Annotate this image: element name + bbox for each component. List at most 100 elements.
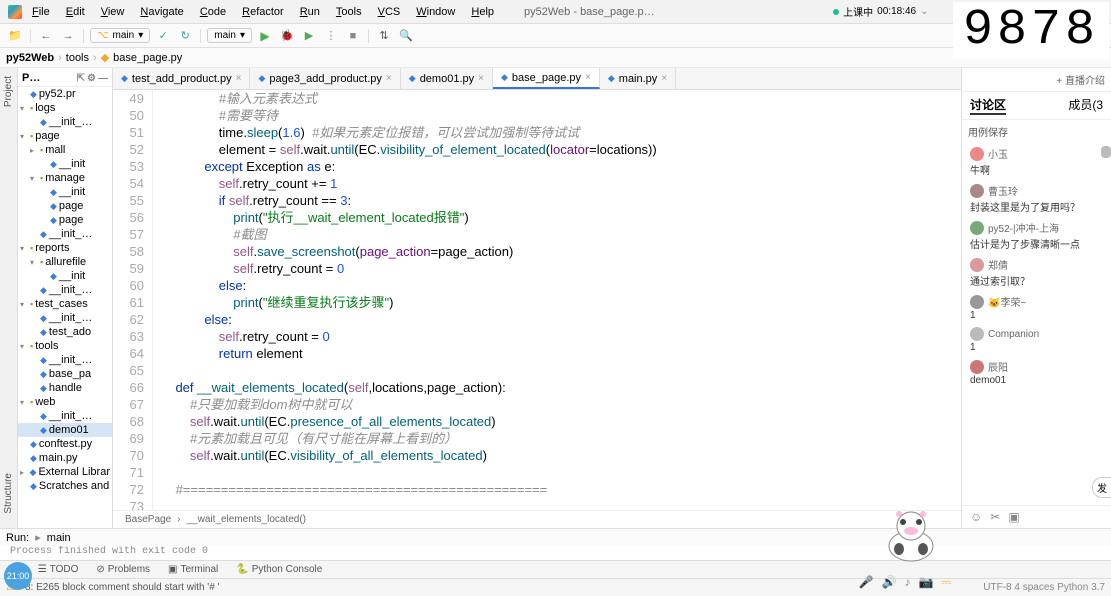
tree-node[interactable]: ▾▪page: [18, 129, 112, 143]
run-config-combo[interactable]: main ▾: [207, 28, 252, 43]
stop-icon[interactable]: ■: [344, 27, 362, 45]
tree-node[interactable]: ◆conftest.py: [18, 437, 112, 451]
tree-node[interactable]: ◆page: [18, 213, 112, 227]
back-icon[interactable]: ←: [37, 27, 55, 45]
tree-node[interactable]: ◆base_pa: [18, 367, 112, 381]
tree-node[interactable]: ◆__init_…: [18, 283, 112, 297]
tree-node[interactable]: ▾▪tools: [18, 339, 112, 353]
chat-tab-discuss[interactable]: 讨论区: [970, 96, 1006, 115]
music-icon[interactable]: ♪: [904, 575, 910, 590]
tab-terminal[interactable]: ▣Terminal: [160, 564, 226, 575]
tab-python-console[interactable]: 🐍Python Console: [228, 564, 330, 575]
menu-refactor[interactable]: Refactor: [236, 4, 290, 20]
python-file-icon: ◆: [258, 73, 265, 84]
close-tab-icon[interactable]: ×: [236, 73, 242, 84]
menu-view[interactable]: View: [95, 4, 131, 20]
tree-node[interactable]: ◆test_ado: [18, 325, 112, 339]
intro-button[interactable]: + 直播介绍: [1056, 76, 1105, 87]
close-tab-icon[interactable]: ×: [585, 72, 591, 83]
project-tool-tab[interactable]: Project: [2, 72, 15, 111]
tree-node[interactable]: ▾▪allurefile: [18, 255, 112, 269]
camera-icon[interactable]: 📷: [918, 575, 933, 590]
git-branch-combo[interactable]: ⌥main ▾: [90, 28, 150, 43]
tree-settings-icon[interactable]: ⚙: [87, 73, 96, 84]
editor-tab[interactable]: ◆main.py×: [600, 68, 676, 89]
tree-node[interactable]: ◆__init: [18, 185, 112, 199]
forward-icon[interactable]: →: [59, 27, 77, 45]
structure-tool-tab[interactable]: Structure: [2, 469, 15, 518]
git-sync-icon[interactable]: ⇅: [375, 27, 393, 45]
close-tab-icon[interactable]: ×: [386, 73, 392, 84]
vcs-commit-icon[interactable]: ↻: [176, 27, 194, 45]
tree-node[interactable]: ▾▪manage: [18, 171, 112, 185]
bc-method[interactable]: __wait_elements_located(): [187, 514, 307, 525]
tree-node[interactable]: ◆Scratches and: [18, 479, 112, 493]
tree-node[interactable]: ▾▪test_cases: [18, 297, 112, 311]
run-file-icon[interactable]: ▶: [300, 27, 318, 45]
menu-code[interactable]: Code: [194, 4, 232, 20]
chat-tab-members[interactable]: 成员(3: [1068, 96, 1103, 115]
scissors-icon[interactable]: ✂: [990, 510, 1000, 524]
menu-tools[interactable]: Tools: [330, 4, 368, 20]
tree-node[interactable]: ◆__init_…: [18, 115, 112, 129]
menu-navigate[interactable]: Navigate: [134, 4, 189, 20]
chat-message: 小玉牛啊: [962, 143, 1111, 180]
mic-icon[interactable]: 🎤: [859, 575, 874, 590]
bc-class[interactable]: BasePage: [125, 514, 171, 525]
crumb-project[interactable]: py52Web: [6, 52, 54, 64]
code-editor[interactable]: 4950515253545556575859606162636465666768…: [113, 90, 961, 510]
editor-tab[interactable]: ◆test_add_product.py×: [113, 68, 250, 89]
editor-scrollbar[interactable]: [1101, 146, 1111, 158]
recording-status[interactable]: 上课中 00:18:46 ⌄: [833, 4, 928, 19]
search-icon[interactable]: 🔍: [397, 27, 415, 45]
open-icon[interactable]: 📁: [6, 27, 24, 45]
tree-hide-icon[interactable]: —: [98, 73, 108, 84]
send-button[interactable]: 发: [1092, 477, 1111, 498]
close-tab-icon[interactable]: ×: [478, 73, 484, 84]
close-tab-icon[interactable]: ×: [661, 73, 667, 84]
tree-node[interactable]: ◆main.py: [18, 451, 112, 465]
python-file-icon: ◆: [501, 72, 508, 83]
menu-edit[interactable]: Edit: [60, 4, 91, 20]
tree-node[interactable]: ▾▪logs: [18, 101, 112, 115]
tab-todo[interactable]: ☰TODO: [30, 564, 87, 575]
tree-node[interactable]: ◆__init: [18, 269, 112, 283]
line-gutter: 4950515253545556575859606162636465666768…: [113, 90, 153, 510]
run-icon[interactable]: ▶: [256, 27, 274, 45]
tree-node[interactable]: ◆__init: [18, 157, 112, 171]
tree-node[interactable]: ◆__init_…: [18, 353, 112, 367]
tree-node[interactable]: ◆demo01: [18, 423, 112, 437]
crumb-file[interactable]: base_page.py: [113, 52, 182, 64]
crumb-folder[interactable]: tools: [66, 52, 89, 64]
tree-node[interactable]: ◆__init_…: [18, 311, 112, 325]
tree-node[interactable]: ◆__init_…: [18, 409, 112, 423]
tree-node[interactable]: ▾▪web: [18, 395, 112, 409]
editor-tab[interactable]: ◆demo01.py×: [401, 68, 493, 89]
menu-window[interactable]: Window: [410, 4, 461, 20]
tab-problems[interactable]: ⊘Problems: [88, 564, 158, 575]
tree-node[interactable]: ◆py52.pr: [18, 87, 112, 101]
tree-node[interactable]: ▾▪reports: [18, 241, 112, 255]
editor-tab[interactable]: ◆page3_add_product.py×: [250, 68, 400, 89]
vcs-update-icon[interactable]: ✓: [154, 27, 172, 45]
tree-node[interactable]: ▸▪mall: [18, 143, 112, 157]
emoji-icon[interactable]: ☺: [970, 510, 982, 524]
editor-tab[interactable]: ◆base_page.py×: [493, 68, 600, 89]
menu-bar: File Edit View Navigate Code Refactor Ru…: [0, 0, 1111, 24]
menu-help[interactable]: Help: [465, 4, 500, 20]
menu-vcs[interactable]: VCS: [372, 4, 407, 20]
debug-icon[interactable]: 🐞: [278, 27, 296, 45]
chevron-down-icon[interactable]: ⌄: [920, 6, 928, 17]
tree-node[interactable]: ◆handle: [18, 381, 112, 395]
tree-node[interactable]: ◆__init_…: [18, 227, 112, 241]
menu-run[interactable]: Run: [294, 4, 326, 20]
menu-file[interactable]: File: [26, 4, 56, 20]
speaker-icon[interactable]: 🔊: [882, 575, 897, 590]
more-run-icon[interactable]: ⋮: [322, 27, 340, 45]
image-icon[interactable]: ▣: [1008, 510, 1019, 524]
tree-node[interactable]: ◆page: [18, 199, 112, 213]
code-body[interactable]: #输入元素表达式 #需要等待 time.sleep(1.6) #如果元素定位报错…: [153, 90, 961, 510]
tree-collapse-icon[interactable]: ⇱: [77, 73, 85, 84]
recording-time: 00:18:46: [877, 6, 916, 17]
tree-node[interactable]: ▸◆External Librar: [18, 465, 112, 479]
